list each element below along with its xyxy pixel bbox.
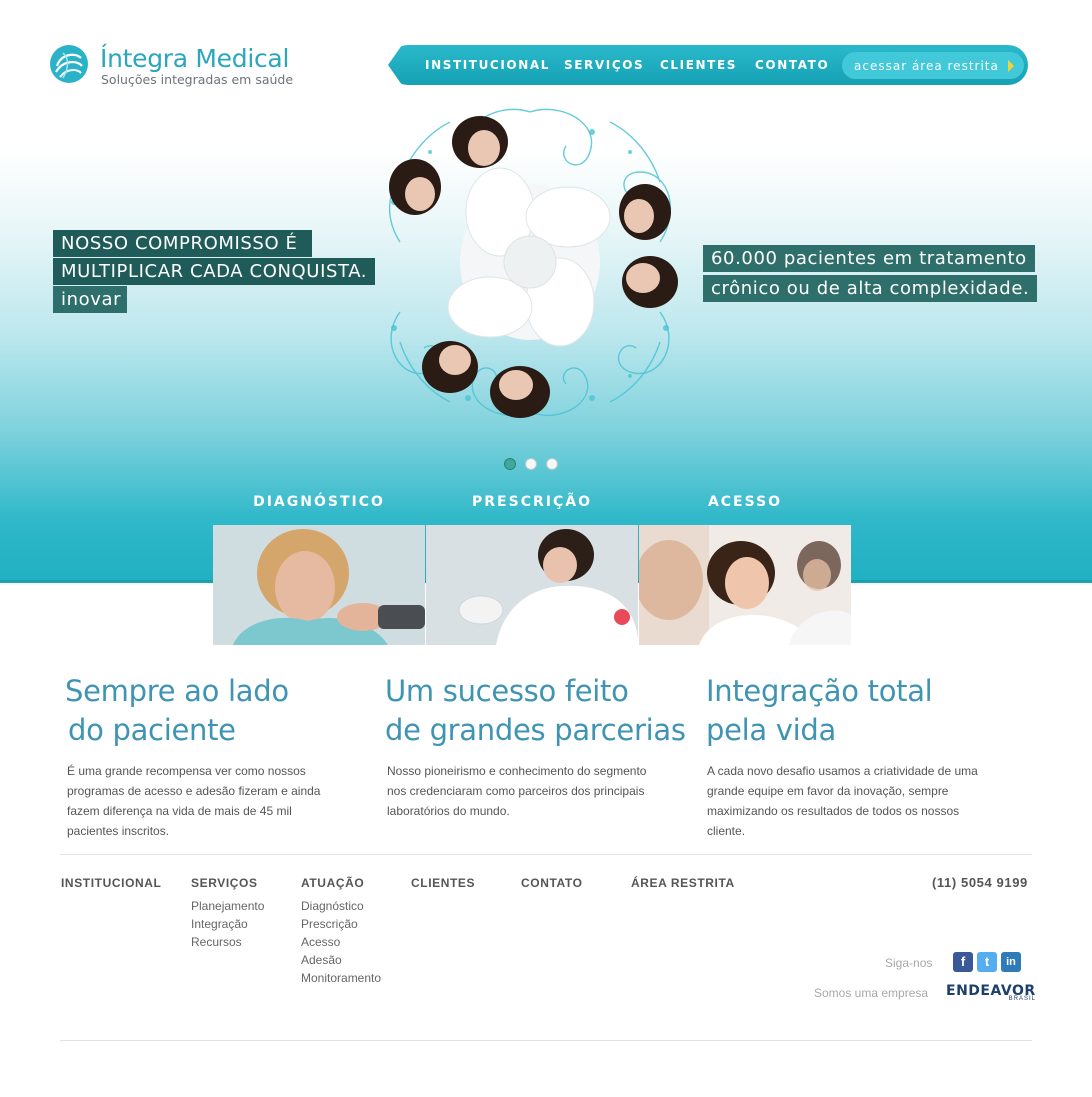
footer-heading-contato[interactable]: CONTATO [521, 876, 583, 890]
footer-heading-clientes[interactable]: CLIENTES [411, 876, 475, 890]
hero-left-line-1: NOSSO COMPROMISSO É [53, 230, 312, 257]
top-navigation: INSTITUCIONAL SERVIÇOS CLIENTES CONTATO … [388, 45, 1028, 85]
column-1-text-line-1: É uma grande recompensa ver como nossos [67, 764, 306, 778]
footer-heading-area-restrita[interactable]: ÁREA RESTRITA [631, 876, 735, 890]
footer-heading-servicos[interactable]: SERVIÇOS [191, 876, 258, 890]
hero-left-line-2: MULTIPLICAR CADA CONQUISTA. [53, 258, 376, 285]
column-1-text-line-3: fazem diferença na vida de mais de 45 mi… [67, 804, 292, 818]
brand-name: Íntegra Medical [100, 44, 290, 73]
footer-heading-institucional[interactable]: INSTITUCIONAL [61, 876, 161, 890]
column-2-title-line-2: de grandes parcerias [385, 713, 686, 747]
hero-kaleidoscope-illustration [388, 108, 678, 418]
nav-clientes[interactable]: CLIENTES [660, 58, 737, 72]
column-1-text-line-4: pacientes inscritos. [67, 824, 170, 838]
arrow-right-icon [1008, 60, 1014, 72]
feature-label-diagnostico[interactable]: DIAGNÓSTICO [213, 494, 425, 510]
column-1-text-line-2: programas de acesso e adesão fizeram e a… [67, 784, 321, 798]
brand-tagline: Soluções integradas em saúde [101, 72, 294, 87]
column-2-text: Nosso pioneirismo e conhecimento do segm… [387, 761, 646, 821]
column-2-text-line-1: Nosso pioneirismo e conhecimento do segm… [387, 764, 647, 778]
footer-link-planejamento[interactable]: Planejamento [191, 899, 264, 913]
slider-dot-1[interactable] [504, 458, 516, 470]
column-1-text: É uma grande recompensa ver como nossos … [67, 761, 320, 841]
footer-link-recursos[interactable]: Recursos [191, 935, 242, 949]
column-2-title: Um sucesso feito de grandes parcerias [385, 672, 686, 750]
nav-institucional[interactable]: INSTITUCIONAL [425, 58, 550, 72]
slider-dot-2[interactable] [525, 458, 537, 470]
footer-link-integracao[interactable]: Integração [191, 917, 248, 931]
column-3-text: A cada novo desafio usamos a criatividad… [707, 761, 978, 841]
footer-link-diagnostico[interactable]: Diagnóstico [301, 899, 364, 913]
feature-photo-prescricao[interactable] [426, 525, 638, 645]
column-2-text-line-2: nos credenciaram como parceiros dos prin… [387, 784, 645, 798]
hero-left-line-3: inovar [53, 286, 127, 313]
column-2-title-line-1: Um sucesso feito [385, 674, 629, 708]
column-3-title: Integração total pela vida [706, 672, 933, 750]
nav-servicos[interactable]: SERVIÇOS [564, 58, 644, 72]
footer-link-monitoramento[interactable]: Monitoramento [301, 971, 381, 985]
facebook-icon[interactable]: f [953, 952, 973, 972]
column-1-title-line-1: Sempre ao lado [65, 674, 289, 708]
feature-photo-acesso[interactable] [639, 525, 851, 645]
footer-link-acesso[interactable]: Acesso [301, 935, 340, 949]
column-3-text-line-4: cliente. [707, 824, 746, 838]
feature-label-acesso[interactable]: ACESSO [639, 494, 851, 510]
restricted-area-button[interactable]: acessar área restrita [842, 52, 1024, 79]
footer-heading-atuacao[interactable]: ATUAÇÃO [301, 876, 364, 890]
column-3-text-line-3: maximizando os resultados de todos os no… [707, 804, 960, 818]
column-3-title-line-1: Integração total [706, 674, 933, 708]
column-3-text-line-2: grande equipe em favor da inovação, semp… [707, 784, 949, 798]
column-1-title: Sempre ao lado do paciente [65, 672, 289, 750]
nav-contato[interactable]: CONTATO [755, 58, 829, 72]
feature-photo-diagnostico[interactable] [213, 525, 425, 645]
hero-right-line-1: 60.000 pacientes em tratamento [703, 245, 1035, 272]
feature-label-prescricao[interactable]: PRESCRIÇÃO [426, 494, 638, 510]
linkedin-icon[interactable]: in [1001, 952, 1021, 972]
slider-dot-3[interactable] [546, 458, 558, 470]
footer-phone: (11) 5054 9199 [932, 875, 1028, 890]
column-2-text-line-3: laboratórios do mundo. [387, 804, 510, 818]
follow-us-label: Siga-nos [885, 956, 933, 970]
hero-banner: Íntegra Medical Soluções integradas em s… [0, 0, 1092, 583]
footer-bottom-divider [60, 1040, 1032, 1041]
endeavor-logo-sub: BRASIL [1008, 996, 1036, 1002]
hero-right-line-2: crônico ou de alta complexidade. [703, 275, 1038, 302]
logo-mark-icon [50, 45, 88, 83]
column-1-title-line-2: do paciente [68, 713, 236, 747]
footer-link-adesao[interactable]: Adesão [301, 953, 342, 967]
restricted-area-label: acessar área restrita [854, 59, 999, 73]
company-label: Somos uma empresa [814, 986, 929, 1000]
footer-link-prescricao[interactable]: Prescrição [301, 917, 358, 931]
footer-top-divider [60, 854, 1032, 855]
column-3-text-line-1: A cada novo desafio usamos a criatividad… [707, 764, 978, 778]
endeavor-logo[interactable]: ENDEAVOR BRASIL [946, 983, 1038, 1005]
column-3-title-line-2: pela vida [706, 713, 836, 747]
twitter-icon[interactable]: t [977, 952, 997, 972]
brand-logo[interactable]: Íntegra Medical Soluções integradas em s… [49, 44, 309, 88]
